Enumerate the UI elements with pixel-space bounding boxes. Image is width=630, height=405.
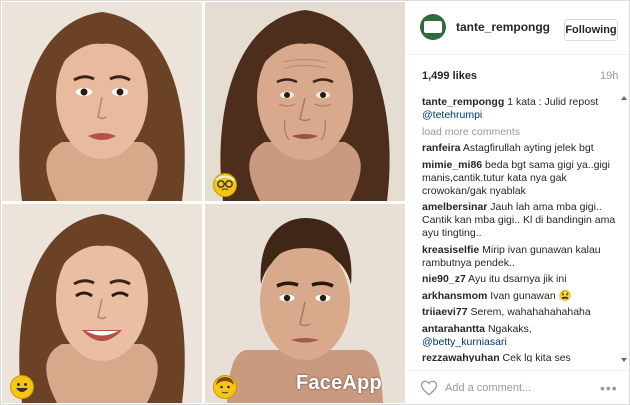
post-header: tante_rempongg Following <box>406 2 629 55</box>
avatar[interactable] <box>420 14 446 40</box>
comment-text: Ayu itu dsarnya jik ini <box>468 273 567 285</box>
post-sidebar: tante_rempongg Following 1,499 likes 19h… <box>406 2 629 403</box>
list-item: triiaevi77 Serem, wahahahahahaha <box>422 306 618 319</box>
instagram-post-window: FaceApp tante_rempongg Following 1,499 l… <box>0 0 630 405</box>
comment-username[interactable]: triiaevi77 <box>422 306 468 318</box>
list-item: rezzawahyuhan Cek lg kita ses <box>422 352 618 362</box>
smile-emoji-icon <box>10 375 34 399</box>
comment-mention[interactable]: @betty_kurniasari <box>422 336 507 348</box>
caption-mention[interactable]: @tetehrumpi <box>422 109 482 121</box>
list-item: nie90_z7 Ayu itu dsarnya jik ini <box>422 273 618 286</box>
comment-username[interactable]: kreasiselfie <box>422 244 479 256</box>
male-emoji-icon <box>213 375 237 399</box>
caption-username[interactable]: tante_rempongg <box>422 96 504 108</box>
comment-username[interactable]: antarahantta <box>422 323 485 335</box>
scroll-down-arrow-icon[interactable] <box>621 358 627 362</box>
comment-text: Serem, wahahahahahaha <box>470 306 591 318</box>
comment-bar: Add a comment... ••• <box>406 370 629 404</box>
list-item: antarahantta Ngakaks, @betty_kurniasari <box>422 323 618 349</box>
old-emoji-icon <box>213 173 237 197</box>
comments-scrollbar[interactable] <box>621 96 627 362</box>
list-item: kreasiselfie Mirip ivan gunawan kalau ra… <box>422 244 618 270</box>
face-panel-original <box>2 2 202 201</box>
comment-text: Cek lg kita ses <box>502 352 571 362</box>
add-comment-input[interactable]: Add a comment... <box>445 382 531 394</box>
username-link[interactable]: tante_rempongg <box>456 20 550 34</box>
comments-list: tante_rempongg 1 kata : Julid repost @te… <box>422 96 618 362</box>
face-panel-old <box>205 2 405 201</box>
comment-text: Ivan gunawan 😫 <box>490 289 572 302</box>
comment-username[interactable]: mimie_mi86 <box>422 159 482 171</box>
caption-text: 1 kata : Julid repost <box>507 96 599 108</box>
comment-username[interactable]: amelbersinar <box>422 201 487 213</box>
load-more-comments-link[interactable]: load more comments <box>422 126 618 139</box>
comment-username[interactable]: rezzawahyuhan <box>422 352 500 362</box>
list-item: amelbersinar Jauh lah ama mba gigi.. Can… <box>422 201 618 240</box>
list-item: ranfeira Astagfirullah ayting jelek bgt <box>422 142 618 155</box>
face-panel-smile <box>2 204 202 403</box>
post-photo[interactable]: FaceApp <box>2 2 405 403</box>
photo-divider-horizontal <box>2 201 405 204</box>
more-options-icon[interactable]: ••• <box>600 380 618 396</box>
following-button[interactable]: Following <box>564 19 618 41</box>
list-item: arkhansmom Ivan gunawan 😫 <box>422 290 618 303</box>
scroll-up-arrow-icon[interactable] <box>621 96 627 100</box>
comment-username[interactable]: arkhansmom <box>422 290 487 302</box>
faceapp-watermark: FaceApp <box>296 372 382 394</box>
comment-text: Ngakaks, <box>487 322 532 335</box>
comment-username[interactable]: nie90_z7 <box>422 273 466 285</box>
list-item: mimie_mi86 beda bgt sama gigi ya..gigi m… <box>422 159 618 198</box>
comment-username[interactable]: ranfeira <box>422 142 461 154</box>
post-time[interactable]: 19h <box>600 70 618 82</box>
heart-icon[interactable] <box>420 379 438 397</box>
comment-text: Astagfirullah ayting jelek bgt <box>462 142 594 154</box>
caption: tante_rempongg 1 kata : Julid repost @te… <box>422 96 618 122</box>
likes-count[interactable]: 1,499 likes <box>422 70 477 82</box>
